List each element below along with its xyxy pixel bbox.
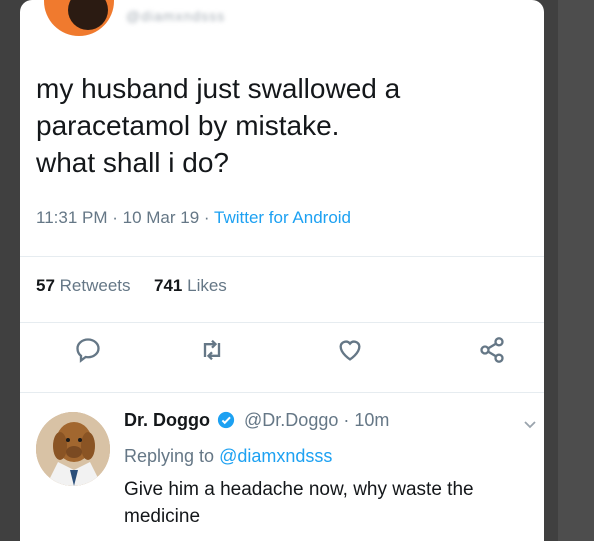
author-handle[interactable]: @diamxndsss (126, 8, 225, 24)
tweet-source[interactable]: Twitter for Android (214, 208, 351, 227)
meta-separator: · (203, 208, 214, 227)
reply-author-name[interactable]: Dr. Doggo (124, 410, 210, 430)
tweet-meta: 11:31 PM · 10 Mar 19 · Twitter for Andro… (36, 208, 351, 228)
like-icon[interactable] (336, 336, 364, 364)
likes-label[interactable]: Likes (187, 276, 227, 295)
action-bar (0, 336, 594, 376)
tweet-time: 11:31 PM (36, 208, 108, 227)
replying-prefix: Replying to (124, 446, 215, 466)
background-edge (558, 0, 594, 541)
tweet-text: my husband just swallowed a paracetamol … (36, 70, 516, 181)
meta-separator: · (343, 410, 355, 430)
retweets-label[interactable]: Retweets (60, 276, 131, 295)
retweets-count[interactable]: 57 (36, 276, 55, 295)
reply-header: Dr. Doggo @Dr.Doggo · 10m (124, 410, 389, 431)
tweet-text-line: my husband just swallowed a (36, 73, 401, 104)
reply-avatar[interactable] (36, 412, 110, 486)
share-icon[interactable] (478, 336, 506, 364)
reply-text: Give him a headache now, why waste the m… (124, 476, 524, 530)
retweet-icon[interactable] (198, 336, 226, 364)
tweet-text-line: what shall i do? (36, 147, 230, 178)
tweet-stats: 57 Retweets 741 Likes (36, 276, 227, 296)
likes-count[interactable]: 741 (154, 276, 182, 295)
reply-text-line: Give him a headache now, why waste the (124, 479, 474, 500)
verified-badge-icon (217, 411, 235, 429)
tweet-date[interactable]: 10 Mar 19 (123, 208, 200, 227)
tweet-text-line: paracetamol by mistake. (36, 110, 340, 141)
reply-age[interactable]: 10m (354, 410, 389, 430)
chevron-down-icon[interactable] (522, 416, 538, 432)
meta-separator: · (112, 208, 123, 227)
reply-author-handle[interactable]: @Dr.Doggo (244, 410, 338, 430)
replying-mention[interactable]: @diamxndsss (219, 446, 332, 466)
divider (20, 392, 544, 393)
reply-icon[interactable] (74, 336, 102, 364)
divider (20, 256, 544, 257)
divider (20, 322, 544, 323)
reply-text-line: medicine (124, 506, 201, 527)
replying-to-line: Replying to @diamxndsss (124, 446, 332, 467)
